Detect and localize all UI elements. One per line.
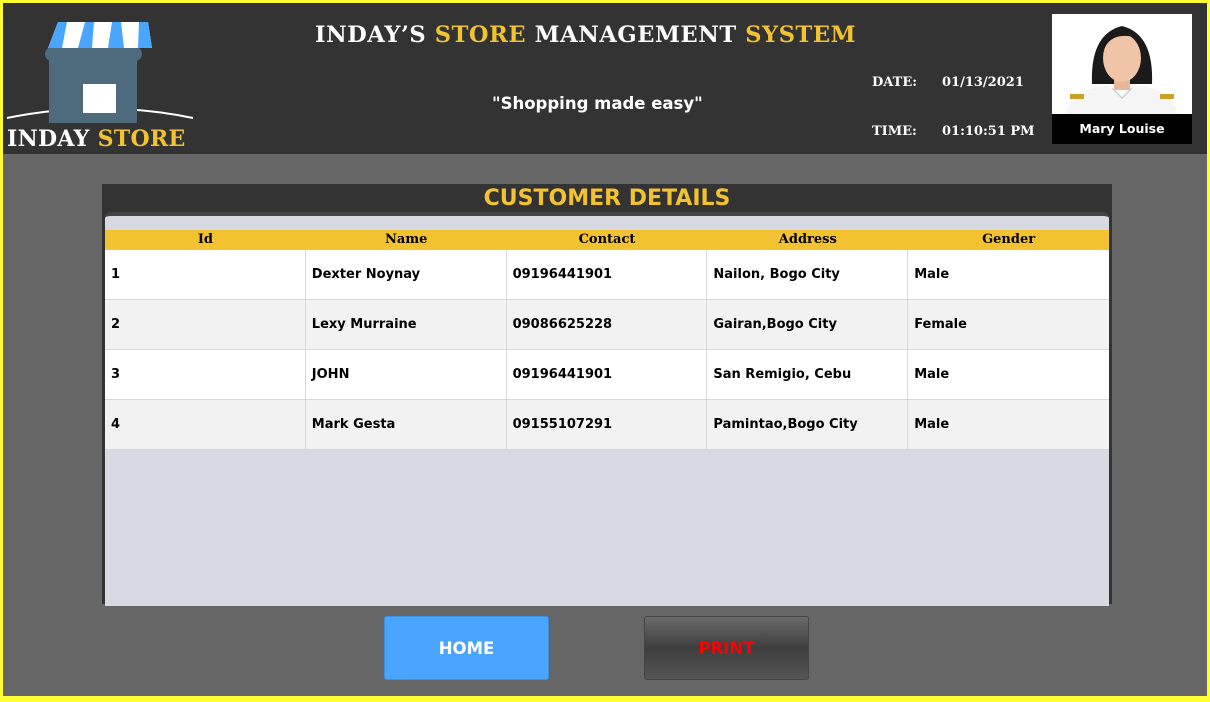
cell-contact[interactable]: 09196441901 bbox=[506, 250, 708, 300]
cell-gender[interactable]: Male bbox=[908, 350, 1109, 400]
logo-word-2: STORE bbox=[97, 126, 186, 152]
cell-name[interactable]: Dexter Noynay bbox=[305, 250, 507, 300]
avatar bbox=[1052, 14, 1192, 114]
cell-name[interactable]: Lexy Murraine bbox=[305, 300, 507, 350]
cell-name[interactable]: JOHN bbox=[305, 350, 507, 400]
tagline: "Shopping made easy" bbox=[492, 94, 703, 113]
customer-table: Id Name Contact Address Gender 1 Dexter … bbox=[105, 230, 1109, 450]
table-row[interactable]: 3 JOHN 09196441901 San Remigio, Cebu Mal… bbox=[105, 350, 1109, 400]
date-label: DATE: bbox=[872, 75, 918, 90]
app-title: INDAY’S STORE MANAGEMENT SYSTEM bbox=[315, 22, 856, 48]
table-row[interactable]: 2 Lexy Murraine 09086625228 Gairan,Bogo … bbox=[105, 300, 1109, 350]
cell-gender[interactable]: Male bbox=[908, 400, 1109, 450]
cell-id[interactable]: 1 bbox=[105, 250, 306, 300]
table-row[interactable]: 1 Dexter Noynay 09196441901 Nailon, Bogo… bbox=[105, 250, 1109, 300]
cell-contact[interactable]: 09086625228 bbox=[506, 300, 708, 350]
title-part-2: STORE bbox=[434, 22, 527, 48]
title-part-3: MANAGEMENT bbox=[534, 22, 737, 48]
cell-name[interactable]: Mark Gesta bbox=[305, 400, 507, 450]
time-value: 01:10:51 PM bbox=[942, 124, 1035, 139]
customer-details-panel: CUSTOMER DETAILS Id Name Contact Address… bbox=[102, 184, 1112, 606]
cell-id[interactable]: 2 bbox=[105, 300, 306, 350]
cell-gender[interactable]: Female bbox=[908, 300, 1109, 350]
title-part-4: SYSTEM bbox=[745, 22, 857, 48]
column-header-name[interactable]: Name bbox=[306, 230, 507, 250]
date-value: 01/13/2021 bbox=[942, 75, 1024, 90]
cell-contact[interactable]: 09196441901 bbox=[506, 350, 708, 400]
panel-title: CUSTOMER DETAILS bbox=[483, 186, 731, 211]
table-container: Id Name Contact Address Gender 1 Dexter … bbox=[105, 212, 1109, 606]
cell-address[interactable]: Nailon, Bogo City bbox=[707, 250, 909, 300]
header-bar: INDAY STORE INDAY’S STORE MANAGEMENT SYS… bbox=[3, 3, 1207, 154]
store-awning-icon bbox=[6, 22, 194, 123]
cell-address[interactable]: Gairan,Bogo City bbox=[707, 300, 909, 350]
title-part-1: INDAY’S bbox=[315, 22, 427, 48]
cell-address[interactable]: Pamintao,Bogo City bbox=[707, 400, 909, 450]
column-header-id[interactable]: Id bbox=[105, 230, 306, 250]
user-name: Mary Louise bbox=[1052, 114, 1192, 144]
user-photo: Mary Louise bbox=[1052, 14, 1192, 144]
cell-contact[interactable]: 09155107291 bbox=[506, 400, 708, 450]
logo-wordmark: INDAY STORE bbox=[7, 126, 186, 152]
cell-address[interactable]: San Remigio, Cebu bbox=[707, 350, 909, 400]
table-row[interactable]: 4 Mark Gesta 09155107291 Pamintao,Bogo C… bbox=[105, 400, 1109, 450]
column-header-address[interactable]: Address bbox=[707, 230, 908, 250]
cell-gender[interactable]: Male bbox=[908, 250, 1109, 300]
table-header: Id Name Contact Address Gender bbox=[105, 230, 1109, 250]
home-button[interactable]: HOME bbox=[384, 616, 549, 680]
column-header-gender[interactable]: Gender bbox=[908, 230, 1109, 250]
column-header-contact[interactable]: Contact bbox=[507, 230, 708, 250]
time-label: TIME: bbox=[872, 124, 917, 139]
app-window: INDAY STORE INDAY’S STORE MANAGEMENT SYS… bbox=[3, 3, 1207, 696]
cell-id[interactable]: 4 bbox=[105, 400, 306, 450]
cell-id[interactable]: 3 bbox=[105, 350, 306, 400]
print-button[interactable]: PRINT bbox=[644, 616, 809, 680]
logo-word-1: INDAY bbox=[7, 126, 90, 152]
